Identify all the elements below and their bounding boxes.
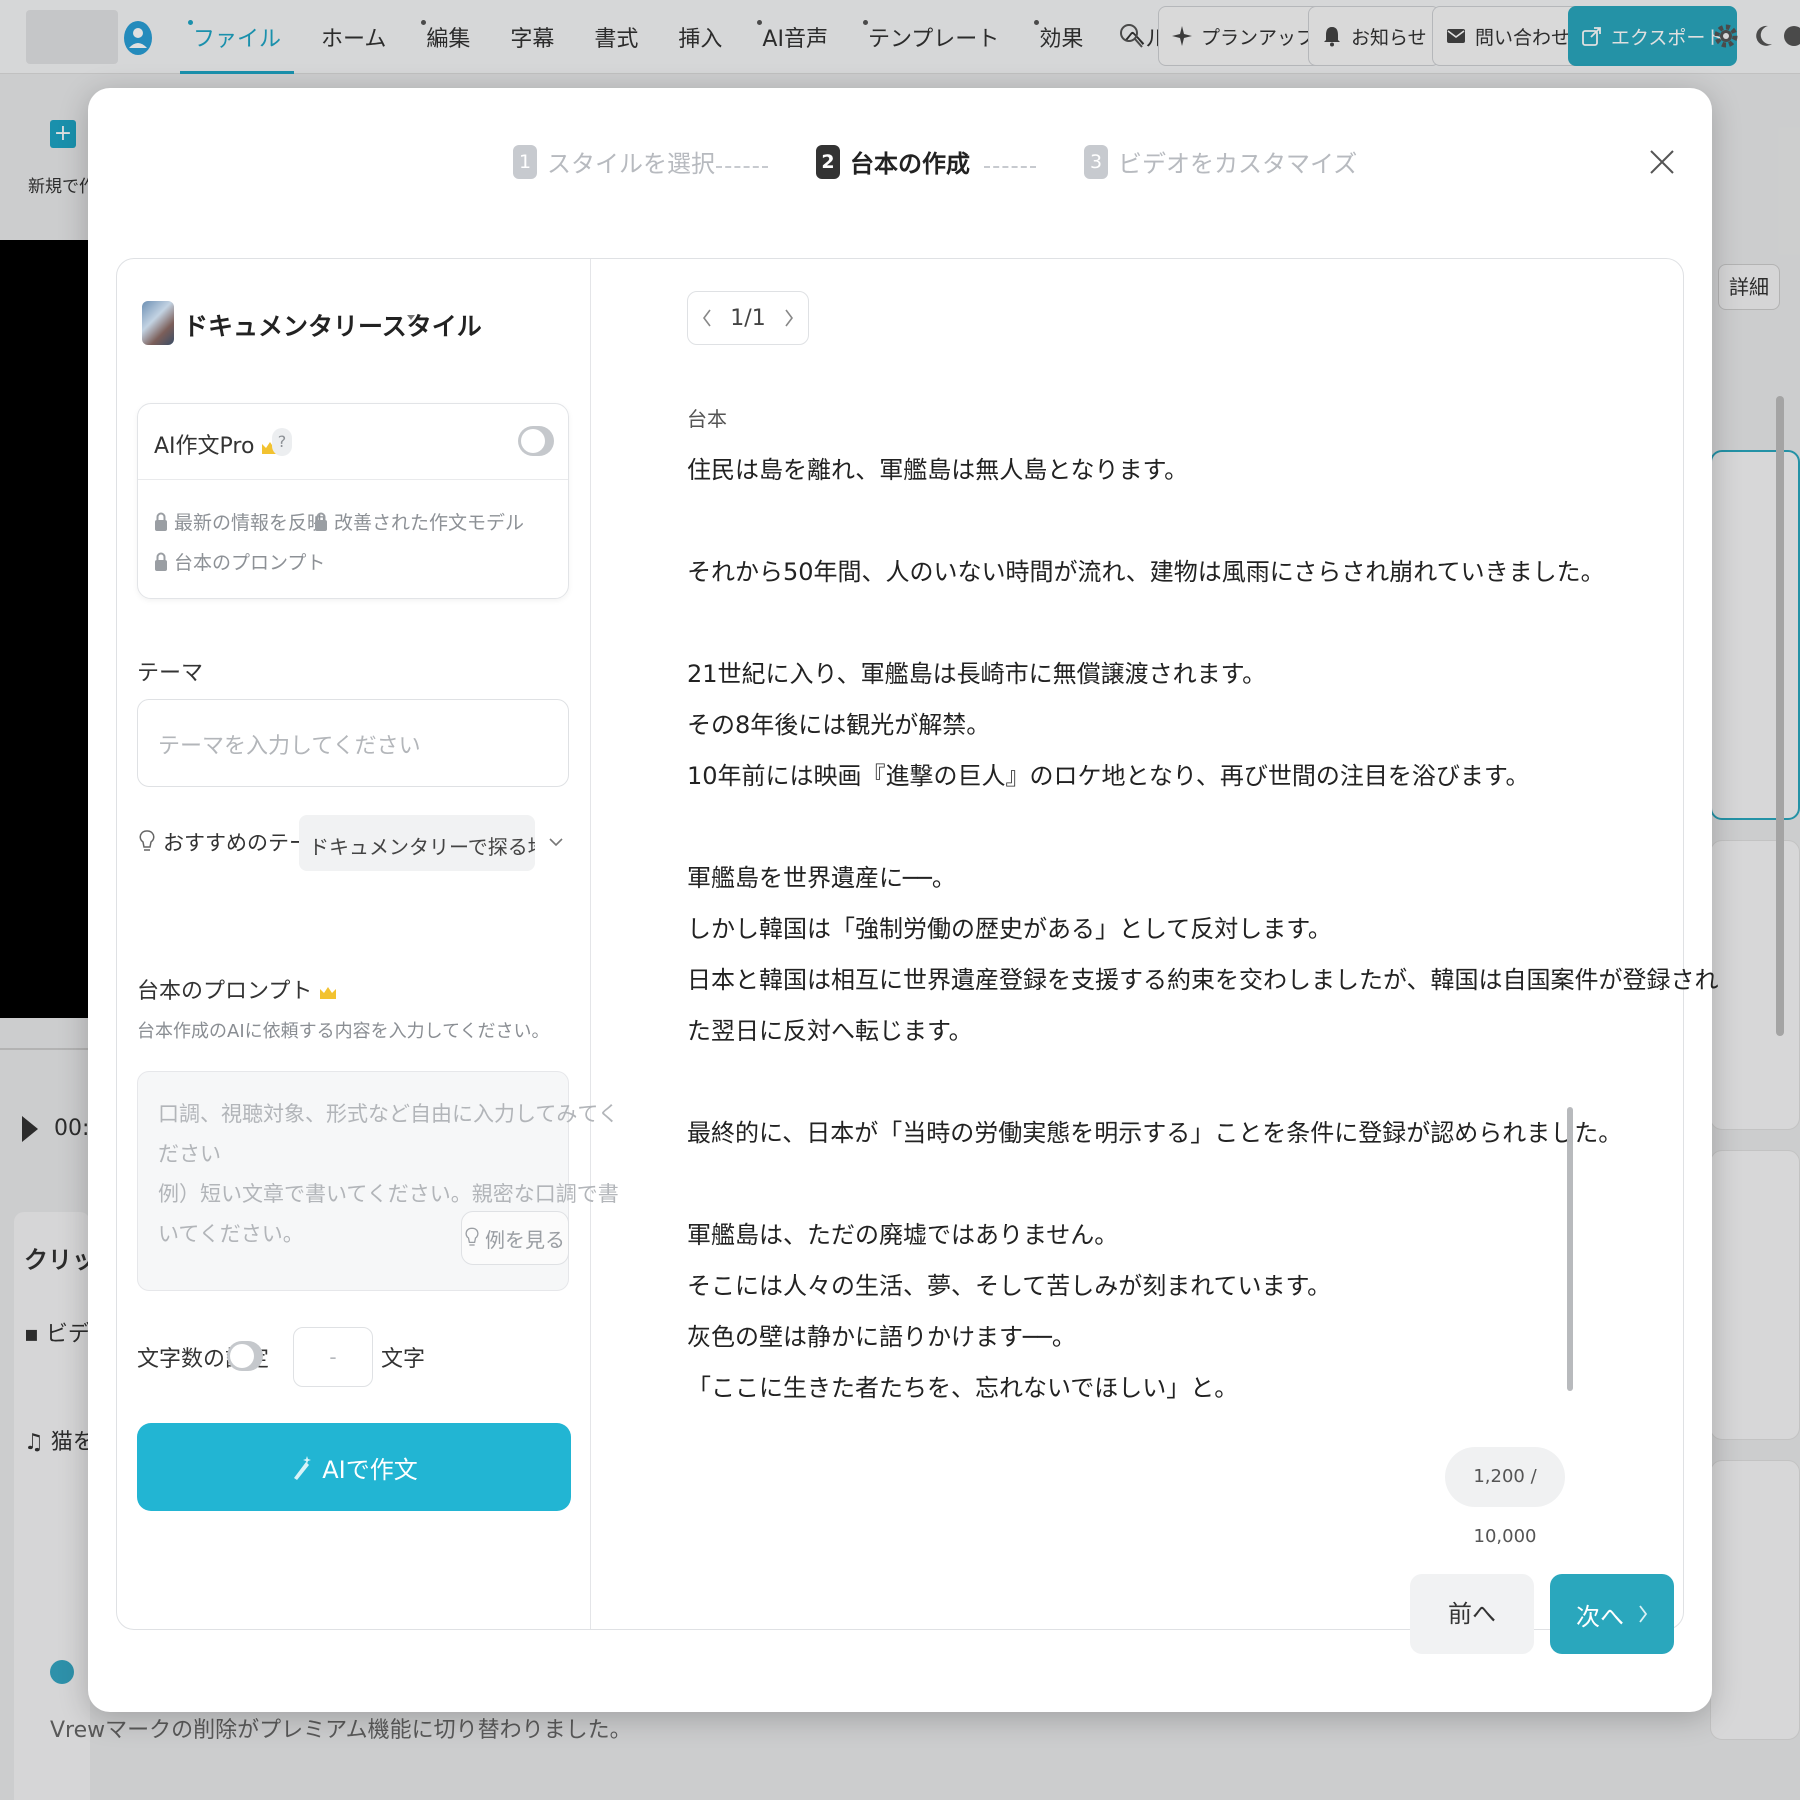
style-thumbnail	[142, 301, 174, 345]
script-pager: 1/1	[687, 291, 809, 345]
script-line: しかし韓国は「強制労働の歴史がある」として反対します。	[687, 915, 1332, 943]
char-count-toggle[interactable]	[227, 1341, 263, 1371]
step-number: 2	[816, 144, 840, 179]
prompt-placeholder-line: ださい	[158, 1142, 221, 1166]
script-line	[687, 496, 1567, 547]
step-number: 1	[513, 144, 537, 179]
script-creation-modal: 1 スタイルを選択 2 台本の作成 3 ビデオをカスタマイズ ドキュメンタリース…	[88, 88, 1719, 1712]
script-line: 灰色の壁は静かに語りかけます──。	[687, 1323, 1076, 1351]
script-label: 台本	[687, 407, 727, 431]
step-select-style[interactable]: 1 スタイルを選択	[513, 144, 715, 179]
theme-input[interactable]: テーマを入力してください	[137, 699, 569, 787]
script-line: 軍艦島は、ただの廃墟ではありません。	[687, 1221, 1119, 1249]
next-label: 次へ	[1576, 1602, 1624, 1631]
prompt-placeholder-line: 口調、視聴対象、形式など自由に入力してみてく	[158, 1102, 619, 1126]
see-example-label: 例を見る	[485, 1227, 565, 1252]
step-create-script[interactable]: 2 台本の作成	[816, 144, 970, 179]
script-line: 最終的に、日本が「当時の労働実態を明示する」ことを条件に登録が認められました。	[687, 1119, 1623, 1147]
pro-feature-label: 改善された作文モデル	[334, 512, 525, 534]
wizard-stepper: 1 スタイルを選択 2 台本の作成 3 ビデオをカスタマイズ	[88, 144, 1712, 194]
lock-icon	[155, 512, 167, 531]
chevron-left-icon[interactable]	[702, 309, 712, 327]
prompt-label: 台本のプロンプト	[137, 979, 313, 1004]
chevron-right-icon	[1639, 1605, 1648, 1623]
prompt-label-wrap: 台本のプロンプト	[137, 973, 337, 1005]
prompt-hint: 台本作成のAIに依頼する内容を入力してください。	[137, 1021, 550, 1042]
style-selector[interactable]: ドキュメンタリースタイル	[183, 307, 482, 343]
script-line: その8年後には観光が解禁。	[687, 711, 991, 739]
pro-feature-item: 改善された作文モデル	[314, 508, 524, 535]
pro-feature-label: 台本のプロンプト	[174, 552, 326, 574]
crown-icon	[320, 987, 337, 999]
script-line: そこには人々の生活、夢、そして苦しみが刻まれています。	[687, 1272, 1332, 1300]
ai-pro-header: AI作文Pro ?	[138, 404, 568, 480]
close-icon[interactable]	[1648, 148, 1676, 176]
step-label: スタイルを選択	[547, 150, 715, 178]
char-unit-label: 文字	[381, 1347, 426, 1372]
chevron-down-icon[interactable]	[549, 837, 563, 847]
modal-content: ドキュメンタリースタイル AI作文Pro ? 最新の情報を反映 改善された作文モ…	[116, 258, 1719, 1630]
script-line: 軍艦島を世界遺産に──。	[687, 864, 956, 892]
lock-icon	[315, 512, 327, 531]
step-customize-video[interactable]: 3 ビデオをカスタマイズ	[1084, 144, 1357, 179]
ai-pro-label-wrap: AI作文Pro	[154, 428, 279, 460]
lightbulb-icon	[465, 1227, 479, 1246]
next-button[interactable]: 次へ	[1550, 1574, 1674, 1654]
ai-pro-toggle[interactable]	[518, 426, 554, 456]
script-line: 「ここに生きた者たちを、忘れないでほしい」と。	[687, 1374, 1239, 1402]
script-panel: 1/1 台本 住民は島を離れ、軍艦島は無人島となります。 それから50年間、人の…	[591, 259, 1719, 1629]
magic-pen-icon	[294, 1456, 312, 1480]
script-editor[interactable]: 住民は島を離れ、軍艦島は無人島となります。 それから50年間、人のいない時間が流…	[687, 445, 1719, 1414]
character-counter: 1,200 / 10,000	[1445, 1447, 1565, 1547]
pager-count: 1/1	[730, 305, 766, 331]
ai-write-button[interactable]: AIで作文	[137, 1423, 571, 1511]
help-icon[interactable]: ?	[272, 428, 292, 456]
pro-feature-item: 台本のプロンプト	[154, 548, 325, 575]
script-line	[687, 1057, 1567, 1108]
script-line: 日本と韓国は相互に世界遺産登録を支援する約束を交わしましたが、韓国は自国案件が登…	[687, 966, 1719, 994]
step-label: ビデオをカスタマイズ	[1118, 150, 1358, 178]
prompt-placeholder-line: 例）短い文章で書いてください。親密な口調で書	[158, 1182, 619, 1206]
caret-down-icon[interactable]	[407, 315, 415, 320]
script-line: た翌日に反対へ転じます。	[687, 1017, 973, 1045]
step-divider	[716, 166, 768, 168]
script-line	[687, 802, 1567, 853]
ai-pro-label: AI作文Pro	[154, 434, 255, 459]
step-label: 台本の作成	[850, 150, 970, 178]
recommended-theme-select[interactable]: ドキュメンタリーで探る地…	[299, 815, 535, 871]
lightbulb-icon	[139, 830, 155, 851]
settings-panel: ドキュメンタリースタイル AI作文Pro ? 最新の情報を反映 改善された作文モ…	[117, 259, 619, 1629]
script-line	[687, 598, 1567, 649]
prev-button[interactable]: 前へ	[1410, 1574, 1534, 1654]
lock-icon	[155, 552, 167, 571]
see-example-button[interactable]: 例を見る	[461, 1211, 569, 1265]
script-line: 10年前には映画『進撃の巨人』のロケ地となり、再び世間の注目を浴びます。	[687, 762, 1530, 790]
theme-label: テーマ	[137, 661, 204, 686]
ai-write-label: AIで作文	[322, 1455, 418, 1484]
script-line	[687, 1159, 1567, 1210]
pro-feature-label: 最新の情報を反映	[174, 512, 327, 534]
step-number: 3	[1084, 144, 1108, 179]
char-count-input[interactable]: -	[293, 1327, 373, 1387]
script-line: 21世紀に入り、軍艦島は長崎市に無償譲渡されます。	[687, 660, 1267, 688]
script-line: それから50年間、人のいない時間が流れ、建物は風雨にさらされ崩れていきました。	[687, 558, 1605, 586]
ai-pro-box: AI作文Pro ? 最新の情報を反映 改善された作文モデル 台本のプロンプト	[137, 403, 569, 599]
step-divider	[984, 166, 1036, 168]
pro-feature-item: 最新の情報を反映	[154, 508, 326, 535]
script-line: 住民は島を離れ、軍艦島は無人島となります。	[687, 456, 1189, 484]
script-scrollbar[interactable]	[1567, 1107, 1573, 1391]
chevron-right-icon[interactable]	[784, 309, 794, 327]
